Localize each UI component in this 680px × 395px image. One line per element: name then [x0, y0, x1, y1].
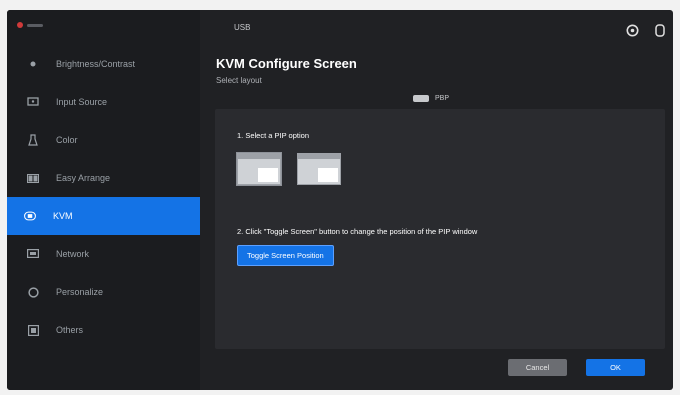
toggle-screen-position-button[interactable]: Toggle Screen Position	[237, 245, 334, 266]
sidebar-item-color[interactable]: Color	[7, 121, 200, 159]
pip-option-bottom-right[interactable]	[236, 152, 282, 186]
sidebar-nav: Brightness/Contrast Input Source Color E…	[7, 45, 200, 349]
sidebar-item-kvm[interactable]: KVM	[7, 197, 200, 235]
sidebar-item-network[interactable]: Network	[7, 235, 200, 273]
close-dot-icon[interactable]	[17, 22, 23, 28]
top-label: USB	[234, 23, 251, 32]
sidebar-item-label: Personalize	[56, 287, 104, 297]
sidebar-item-personalize[interactable]: Personalize	[7, 273, 200, 311]
pip-window-preview	[258, 168, 278, 182]
sidebar: Brightness/Contrast Input Source Color E…	[7, 10, 200, 390]
step-2-text: 2. Click "Toggle Screen" button to chang…	[237, 227, 478, 236]
toggle-switch-icon	[413, 95, 429, 102]
sidebar-item-label: Others	[56, 325, 84, 335]
ok-button[interactable]: OK	[586, 359, 645, 376]
cancel-button[interactable]: Cancel	[508, 359, 567, 376]
main-content: USB KVM Configure Screen Select layout P…	[200, 10, 673, 390]
personalize-icon	[27, 286, 39, 298]
network-icon	[27, 248, 39, 260]
sidebar-item-brightness-contrast[interactable]: Brightness/Contrast	[7, 45, 200, 83]
settings-panel: 1. Select a PIP option 2. Click "Toggle …	[215, 109, 665, 349]
window-controls	[17, 22, 43, 28]
sidebar-item-label: Network	[56, 249, 90, 259]
others-icon	[27, 324, 39, 336]
sidebar-item-label: Brightness/Contrast	[56, 59, 136, 69]
sidebar-item-label: Input Source	[56, 97, 108, 107]
info-icon[interactable]	[655, 24, 665, 42]
grid-icon	[27, 172, 39, 184]
sidebar-item-label: Easy Arrange	[56, 173, 111, 183]
app-window: Brightness/Contrast Input Source Color E…	[7, 10, 673, 390]
color-icon	[27, 134, 39, 146]
sun-icon	[27, 58, 39, 70]
pip-option-alternate[interactable]	[297, 153, 341, 185]
kvm-icon	[24, 210, 36, 222]
page-subtitle: Select layout	[216, 76, 262, 85]
sidebar-item-others[interactable]: Others	[7, 311, 200, 349]
sidebar-item-easy-arrange[interactable]: Easy Arrange	[7, 159, 200, 197]
window-handle-icon	[27, 23, 43, 27]
pip-titlebar	[298, 154, 340, 159]
pip-titlebar	[238, 154, 280, 159]
pip-window-preview	[318, 168, 338, 182]
input-source-icon	[27, 96, 39, 108]
toggle-label: PBP	[435, 95, 450, 102]
sidebar-item-label: KVM	[53, 211, 73, 221]
sidebar-item-input-source[interactable]: Input Source	[7, 83, 200, 121]
pbp-toggle[interactable]: PBP	[413, 95, 449, 102]
sidebar-item-label: Color	[56, 135, 78, 145]
step-1-text: 1. Select a PIP option	[237, 131, 309, 140]
settings-icon[interactable]	[626, 24, 639, 42]
top-toolbar	[626, 24, 665, 42]
page-title: KVM Configure Screen	[216, 56, 357, 71]
